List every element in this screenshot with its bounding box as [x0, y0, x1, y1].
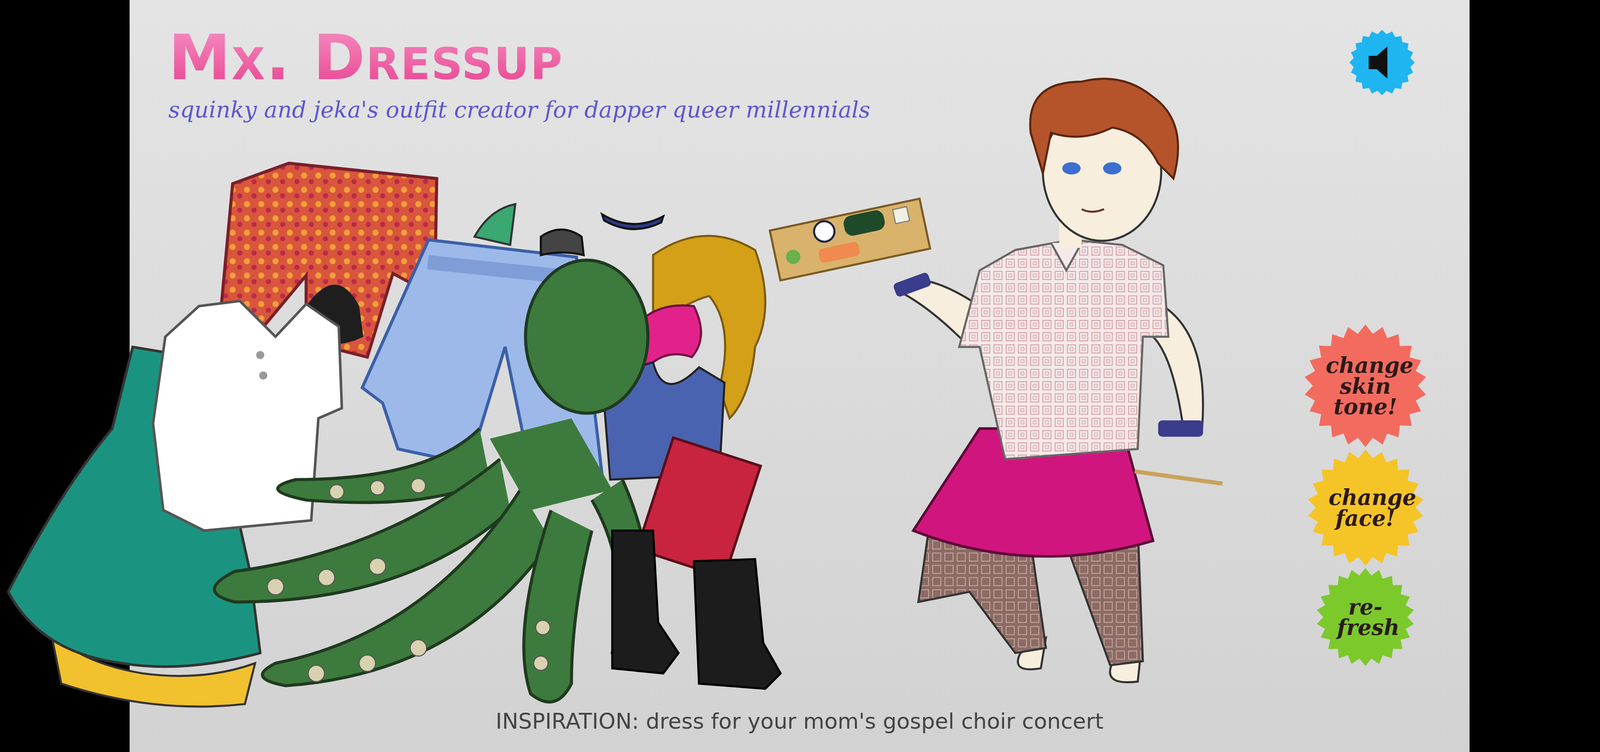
stage: change skin tone! change face! re-fresh — [129, 123, 1470, 701]
inspiration-bar: INSPIRATION: dress for your mom's gospel… — [129, 700, 1470, 752]
starburst-button[interactable]: re-fresh — [1315, 567, 1416, 668]
game-screen: Mx. Dressup squinky and jeka's outfit cre… — [129, 0, 1470, 752]
button-column: change skin tone! change face! re-fresh — [1302, 123, 1470, 701]
speaker-icon — [1348, 29, 1416, 96]
stage-space — [129, 123, 1303, 701]
header: Mx. Dressup squinky and jeka's outfit cre… — [129, 0, 1470, 124]
right-letterbox — [1469, 0, 1600, 752]
sound-button[interactable] — [1348, 29, 1416, 96]
inspiration-text: INSPIRATION: dress for your mom's gospel… — [495, 708, 1104, 734]
button-label: change face! — [1312, 487, 1420, 529]
titles: Mx. Dressup squinky and jeka's outfit cre… — [168, 25, 1349, 124]
starburst-button[interactable]: change skin tone! — [1302, 323, 1428, 449]
button-label: change skin tone! — [1309, 355, 1422, 417]
starburst-button[interactable]: change face! — [1306, 448, 1425, 568]
button-label: re-fresh — [1320, 596, 1411, 639]
game-subtitle: squinky and jeka's outfit creator for da… — [168, 96, 1349, 124]
gamepad[interactable] — [540, 229, 584, 256]
game-title: Mx. Dressup — [168, 25, 1349, 91]
